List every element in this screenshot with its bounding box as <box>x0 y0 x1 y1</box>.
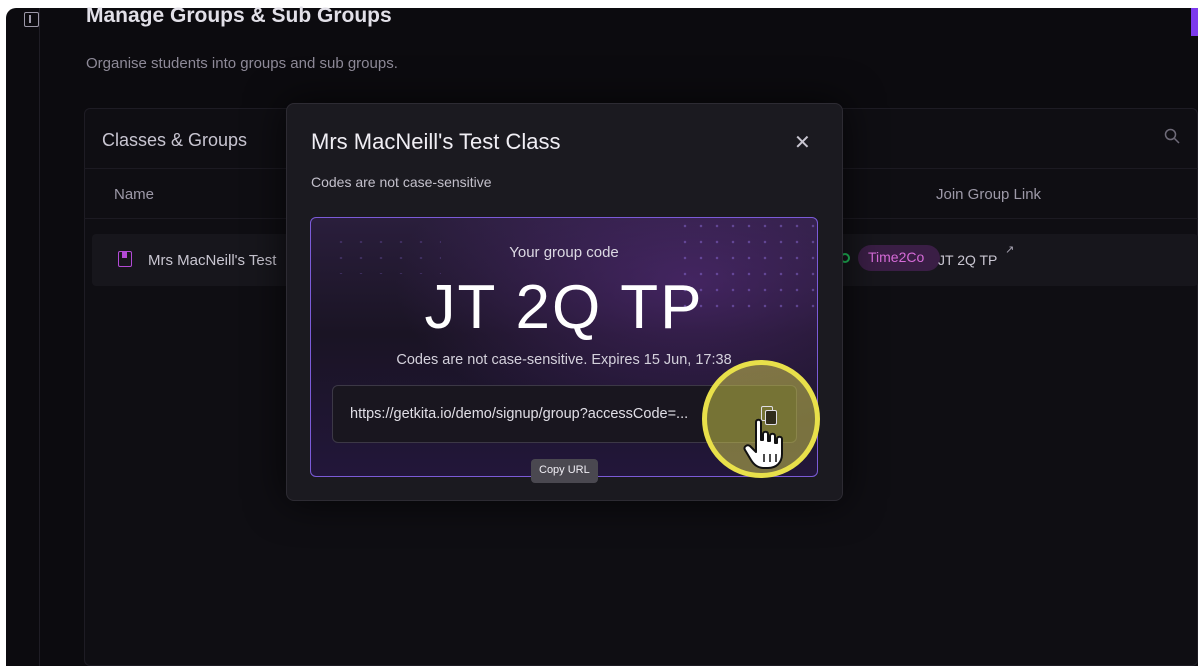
tag-badge: Time2Co <box>858 245 940 271</box>
column-header-join-link[interactable]: Join Group Link <box>936 186 1041 203</box>
sidebar-toggle-icon[interactable] <box>24 12 39 27</box>
accent-bar <box>1191 8 1198 36</box>
page-title: Manage Groups & Sub Groups <box>86 4 392 27</box>
row-join-link[interactable]: JT 2Q TP <box>938 252 997 268</box>
sidebar-rail <box>6 8 40 666</box>
row-class-name[interactable]: Mrs MacNeill's Test <box>148 252 276 269</box>
group-code: JT 2Q TP <box>424 273 704 342</box>
card-title: Classes & Groups <box>102 130 248 150</box>
external-link-icon[interactable]: ↗ <box>1005 243 1014 256</box>
signup-url-text: https://getkita.io/demo/signup/group?acc… <box>350 406 689 422</box>
close-icon[interactable]: ✕ <box>794 130 811 155</box>
column-header-name[interactable]: Name <box>114 186 154 203</box>
code-label: Your group code <box>509 244 619 261</box>
modal-note: Codes are not case-sensitive <box>311 174 492 190</box>
hand-cursor-icon <box>743 418 783 469</box>
search-icon[interactable] <box>1164 128 1180 149</box>
page-subtitle: Organise students into groups and sub gr… <box>86 55 398 72</box>
class-book-icon <box>118 251 132 267</box>
modal-title: Mrs MacNeill's Test Class <box>311 129 561 154</box>
copy-url-tooltip: Copy URL <box>531 459 598 483</box>
